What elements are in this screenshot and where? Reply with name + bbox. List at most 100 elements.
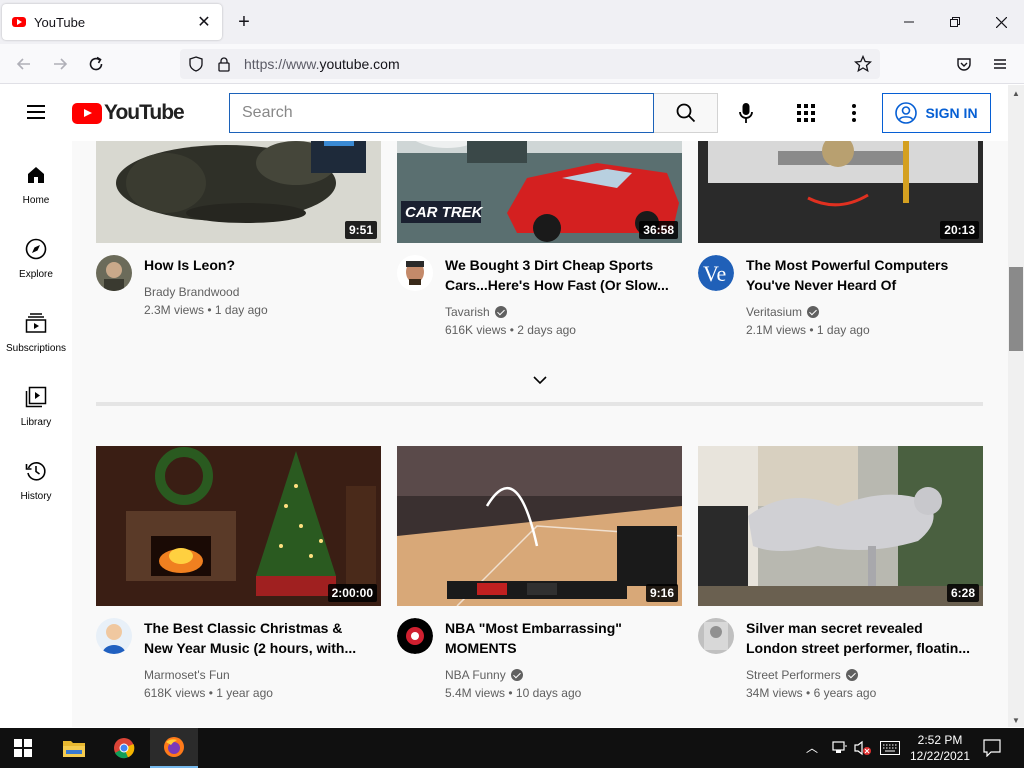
video-meta: How Is Leon? Brady Brandwood 2.3M views … bbox=[96, 243, 381, 343]
channel-name[interactable]: Tavarish bbox=[445, 305, 507, 319]
video-thumbnail[interactable]: 9:16 bbox=[397, 446, 682, 606]
chevron-down-icon[interactable] bbox=[531, 371, 549, 389]
video-thumbnail[interactable]: 6:28 bbox=[698, 446, 983, 606]
history-icon bbox=[24, 459, 48, 483]
apps-grid-icon bbox=[797, 104, 815, 122]
voice-search-button[interactable] bbox=[730, 97, 762, 129]
video-stats: 2.1M views • 1 day ago bbox=[746, 323, 870, 337]
verified-badge-icon bbox=[845, 669, 858, 681]
channel-name[interactable]: NBA Funny bbox=[445, 668, 523, 682]
sidebar-item-history[interactable]: History bbox=[0, 437, 72, 511]
close-window-button[interactable] bbox=[978, 8, 1024, 36]
compass-icon bbox=[24, 237, 48, 261]
browser-tab-bar: YouTube ✕ + bbox=[0, 0, 1024, 44]
channel-avatar[interactable] bbox=[397, 255, 433, 291]
channel-avatar[interactable]: Ve bbox=[698, 255, 734, 291]
account-icon bbox=[895, 102, 918, 124]
video-title[interactable]: How Is Leon? bbox=[144, 255, 369, 275]
taskbar-chrome[interactable] bbox=[100, 728, 148, 768]
channel-name[interactable]: Brady Brandwood bbox=[144, 285, 239, 299]
tray-chevron-up-icon[interactable]: ︿ bbox=[806, 739, 818, 756]
svg-text:Ve: Ve bbox=[703, 261, 726, 286]
reload-button[interactable] bbox=[82, 50, 110, 78]
video-stats: 2.3M views • 1 day ago bbox=[144, 303, 268, 317]
pocket-button[interactable] bbox=[950, 50, 978, 78]
video-thumbnail[interactable]: 9:51 bbox=[96, 141, 381, 243]
forward-button[interactable] bbox=[46, 50, 74, 78]
video-duration: 6:28 bbox=[946, 584, 979, 602]
tab-close-icon[interactable]: ✕ bbox=[192, 10, 216, 34]
video-card[interactable]: 6:28 Silver man secret revealed London s… bbox=[698, 446, 983, 706]
windows-start-icon[interactable] bbox=[14, 739, 32, 757]
sidebar-item-home[interactable]: Home bbox=[0, 141, 72, 215]
video-title[interactable]: We Bought 3 Dirt Cheap Sports Cars...Her… bbox=[445, 255, 670, 295]
video-grid: 9:51 How Is Leon? Brady Brandwood 2.3M v… bbox=[72, 141, 1008, 727]
more-vertical-icon bbox=[852, 104, 856, 122]
app-menu-button[interactable] bbox=[986, 50, 1014, 78]
taskbar-file-explorer[interactable] bbox=[50, 728, 98, 768]
sidebar-item-subscriptions[interactable]: Subscriptions bbox=[0, 289, 72, 363]
channel-avatar[interactable] bbox=[96, 618, 132, 654]
library-icon bbox=[24, 385, 48, 409]
video-meta: The Best Classic Christmas & New Year Mu… bbox=[96, 606, 381, 706]
youtube-apps-button[interactable] bbox=[790, 97, 822, 129]
svg-text:CAR TREK: CAR TREK bbox=[405, 204, 484, 221]
channel-name[interactable]: Veritasium bbox=[746, 305, 820, 319]
network-icon[interactable] bbox=[832, 740, 848, 756]
notifications-icon[interactable] bbox=[983, 739, 1001, 757]
channel-avatar[interactable] bbox=[96, 255, 132, 291]
search-button[interactable] bbox=[654, 93, 718, 133]
keyboard-icon[interactable] bbox=[880, 741, 900, 755]
video-thumbnail[interactable]: CAR TREK 36:58 bbox=[397, 141, 682, 243]
browser-tab-youtube[interactable]: YouTube ✕ bbox=[2, 4, 222, 40]
sidebar-item-explore[interactable]: Explore bbox=[0, 215, 72, 289]
channel-avatar[interactable] bbox=[698, 618, 734, 654]
channel-name[interactable]: Marmoset's Fun bbox=[144, 668, 230, 682]
url-text[interactable]: https://www.youtube.com bbox=[244, 56, 400, 72]
lock-icon[interactable] bbox=[216, 56, 232, 72]
new-tab-button[interactable]: + bbox=[232, 10, 256, 34]
clock-time: 2:52 PM bbox=[917, 733, 963, 747]
video-card[interactable]: 2:00:00 The Best Classic Christmas & New… bbox=[96, 446, 381, 706]
video-thumbnail[interactable]: 20:13 bbox=[698, 141, 983, 243]
video-card[interactable]: 9:51 How Is Leon? Brady Brandwood 2.3M v… bbox=[96, 141, 381, 343]
page-scrollbar[interactable]: ▲ ▼ bbox=[1008, 85, 1024, 727]
video-title[interactable]: The Best Classic Christmas & New Year Mu… bbox=[144, 618, 369, 658]
star-icon[interactable] bbox=[854, 55, 872, 73]
volume-muted-icon[interactable] bbox=[854, 740, 872, 756]
sidebar-item-library[interactable]: Library bbox=[0, 363, 72, 437]
video-title[interactable]: NBA "Most Embarrassing" MOMENTS bbox=[445, 618, 670, 658]
maximize-button[interactable] bbox=[932, 8, 978, 36]
shield-icon[interactable] bbox=[188, 56, 204, 72]
video-card[interactable]: 20:13 Ve The Most Powerful Computers You… bbox=[698, 141, 983, 343]
firefox-icon bbox=[164, 737, 184, 757]
settings-more-button[interactable] bbox=[838, 97, 870, 129]
search-input[interactable] bbox=[242, 104, 642, 122]
scrollbar-thumb[interactable] bbox=[1009, 267, 1023, 351]
section-divider bbox=[96, 402, 983, 406]
scroll-down-icon[interactable]: ▼ bbox=[1012, 716, 1020, 725]
scroll-up-icon[interactable]: ▲ bbox=[1012, 89, 1020, 98]
video-card[interactable]: CAR TREK 36:58 We Bought 3 Dirt Cheap Sp… bbox=[397, 141, 682, 343]
taskbar-firefox[interactable] bbox=[150, 728, 198, 768]
video-title[interactable]: The Most Powerful Computers You've Never… bbox=[746, 255, 971, 295]
video-duration: 36:58 bbox=[639, 221, 678, 239]
system-clock[interactable]: 2:52 PM 12/22/2021 bbox=[908, 732, 972, 764]
minimize-button[interactable] bbox=[886, 8, 932, 36]
verified-badge-icon bbox=[510, 669, 523, 681]
youtube-logo[interactable]: YouTube bbox=[72, 101, 185, 124]
video-card[interactable]: 9:16 NBA "Most Embarrassing" MOMENTS NBA… bbox=[397, 446, 682, 706]
channel-name[interactable]: Street Performers bbox=[746, 668, 858, 682]
video-thumbnail[interactable]: 2:00:00 bbox=[96, 446, 381, 606]
channel-avatar[interactable] bbox=[397, 618, 433, 654]
sign-in-button[interactable]: SIGN IN bbox=[882, 93, 991, 133]
thumbnail-image-lobster bbox=[96, 141, 381, 243]
mini-guide-sidebar: Home Explore Subscriptions Library Histo… bbox=[0, 141, 72, 727]
url-bar[interactable]: https://www.youtube.com bbox=[180, 49, 880, 79]
video-title[interactable]: Silver man secret revealed London street… bbox=[746, 618, 971, 658]
pocket-icon bbox=[957, 58, 971, 71]
video-meta: We Bought 3 Dirt Cheap Sports Cars...Her… bbox=[397, 243, 682, 343]
search-box[interactable] bbox=[229, 93, 654, 133]
guide-menu-button[interactable] bbox=[24, 101, 48, 125]
back-button[interactable] bbox=[10, 50, 38, 78]
